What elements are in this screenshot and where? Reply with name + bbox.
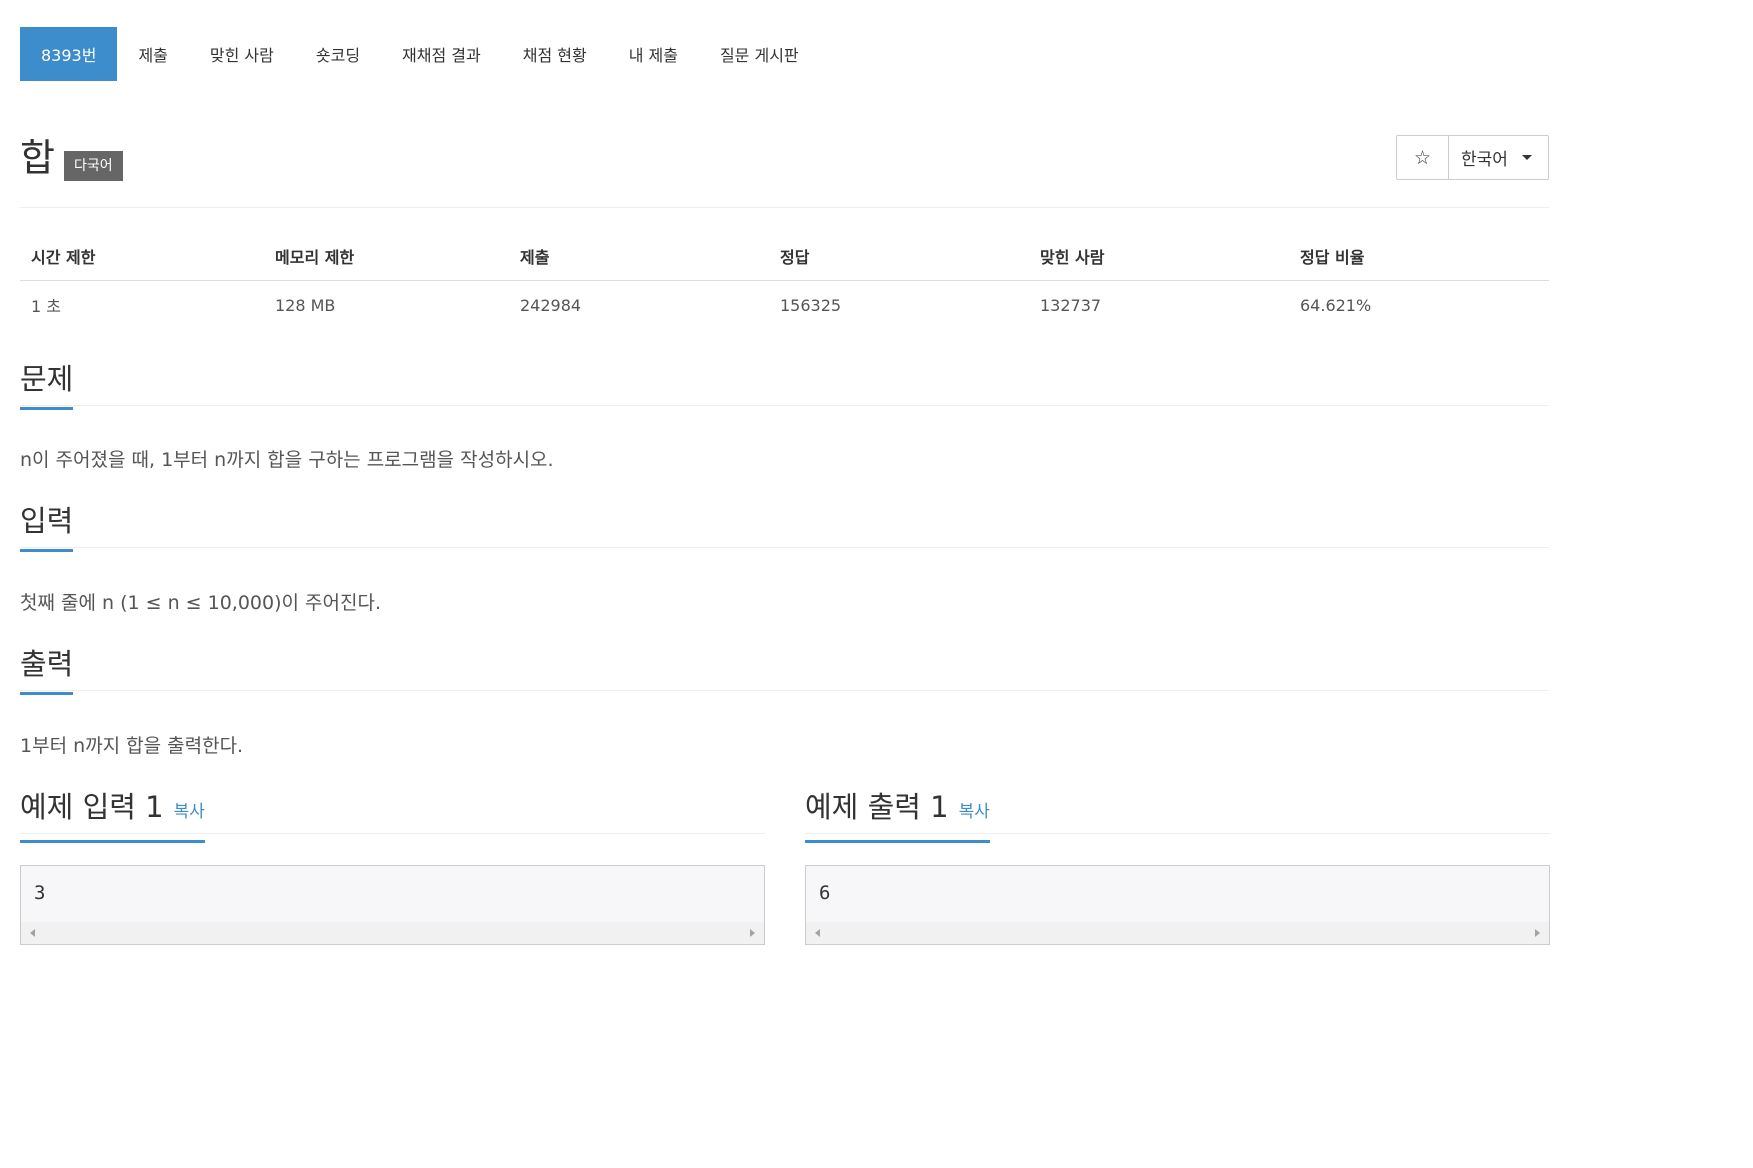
sample-output-heading: 예제 출력 1 복사 (805, 787, 990, 843)
header-solved-users: 맞힌 사람 (1040, 248, 1105, 267)
problem-section-header: 문제 (20, 355, 1549, 410)
language-label: 한국어 (1461, 150, 1508, 170)
header-memory-limit: 메모리 제한 (275, 248, 355, 267)
problem-stats-table: 시간 제한 메모리 제한 제출 정답 맞힌 사람 정답 비율 1 초 128 M… (20, 232, 1549, 329)
tab-short-coding[interactable]: 숏코딩 (295, 27, 381, 81)
output-description: 1부터 n까지 합을 출력한다. (20, 735, 244, 757)
horizontal-scrollbar[interactable] (21, 922, 764, 944)
sample-output-title: 예제 출력 1 (805, 790, 949, 824)
favorite-star-button[interactable]: ☆ (1397, 136, 1449, 179)
problem-description: n이 주어졌을 때, 1부터 n까지 합을 구하는 프로그램을 작성하시오. (20, 449, 554, 471)
horizontal-scrollbar[interactable] (806, 922, 1549, 944)
tab-problem-number[interactable]: 8393번 (20, 27, 118, 81)
header-time-limit: 시간 제한 (31, 248, 96, 267)
problem-nav-tabs: 8393번 제출 맞힌 사람 숏코딩 재채점 결과 채점 현황 내 제출 질문 … (20, 27, 1549, 81)
stats-value-row: 1 초 128 MB 242984 156325 132737 64.621% (20, 281, 1549, 329)
header-actions: ☆ 한국어 (1396, 135, 1549, 180)
input-section-header: 입력 (20, 497, 1549, 552)
copy-sample-output-button[interactable]: 복사 (959, 802, 990, 822)
problem-section-heading: 문제 (20, 359, 74, 410)
value-solved-users: 132737 (1040, 295, 1102, 315)
header-accepted: 정답 (780, 248, 810, 267)
output-section-heading: 출력 (20, 644, 74, 695)
tab-my-submissions[interactable]: 내 제출 (608, 27, 699, 81)
output-section-header: 출력 (20, 640, 1549, 695)
header-accept-ratio: 정답 비율 (1300, 248, 1365, 267)
scroll-left-icon[interactable] (30, 929, 35, 937)
input-description: 첫째 줄에 n (1 ≤ n ≤ 10,000)이 주어진다. (20, 592, 381, 614)
sample-input-header: 예제 입력 1 복사 (20, 783, 765, 843)
sample-output-box[interactable]: 6 (805, 865, 1550, 945)
stats-header-row: 시간 제한 메모리 제한 제출 정답 맞힌 사람 정답 비율 (20, 232, 1549, 281)
value-memory-limit: 128 MB (275, 295, 336, 315)
copy-sample-input-button[interactable]: 복사 (174, 802, 205, 822)
samples-area: 예제 입력 1 복사 3 예제 출력 1 복사 6 (20, 783, 1550, 983)
sample-input-box[interactable]: 3 (20, 865, 765, 945)
multilingual-badge: 다국어 (64, 151, 123, 181)
input-section-heading: 입력 (20, 501, 74, 552)
language-dropdown[interactable]: 한국어 (1449, 136, 1548, 179)
scroll-left-icon[interactable] (815, 929, 820, 937)
value-submissions: 242984 (520, 295, 582, 315)
sample-input-title: 예제 입력 1 (20, 790, 164, 824)
tab-solved-users[interactable]: 맞힌 사람 (189, 27, 295, 81)
value-accept-ratio: 64.621% (1300, 295, 1372, 315)
value-accepted: 156325 (780, 295, 842, 315)
sample-input-heading: 예제 입력 1 복사 (20, 787, 205, 843)
sample-input-value: 3 (34, 882, 46, 904)
tab-judge-status[interactable]: 채점 현황 (502, 27, 608, 81)
value-time-limit: 1 초 (31, 297, 61, 316)
header-submissions: 제출 (520, 248, 550, 267)
chevron-down-icon (1521, 155, 1532, 160)
tab-rejudge-results[interactable]: 재채점 결과 (381, 27, 502, 81)
sample-output-panel: 예제 출력 1 복사 6 (805, 783, 1550, 945)
tab-qna-board[interactable]: 질문 게시판 (699, 27, 820, 81)
scroll-right-icon[interactable] (750, 929, 755, 937)
scroll-right-icon[interactable] (1535, 929, 1540, 937)
page: 8393번 제출 맞힌 사람 숏코딩 재채점 결과 채점 현황 내 제출 질문 … (20, 27, 1550, 983)
sample-output-header: 예제 출력 1 복사 (805, 783, 1550, 843)
problem-title: 합 (20, 136, 55, 180)
sample-output-value: 6 (819, 882, 831, 904)
star-icon: ☆ (1413, 146, 1432, 169)
tab-submit[interactable]: 제출 (117, 27, 188, 81)
problem-header: 합 다국어 ☆ 한국어 (20, 81, 1549, 208)
sample-input-panel: 예제 입력 1 복사 3 (20, 783, 765, 945)
